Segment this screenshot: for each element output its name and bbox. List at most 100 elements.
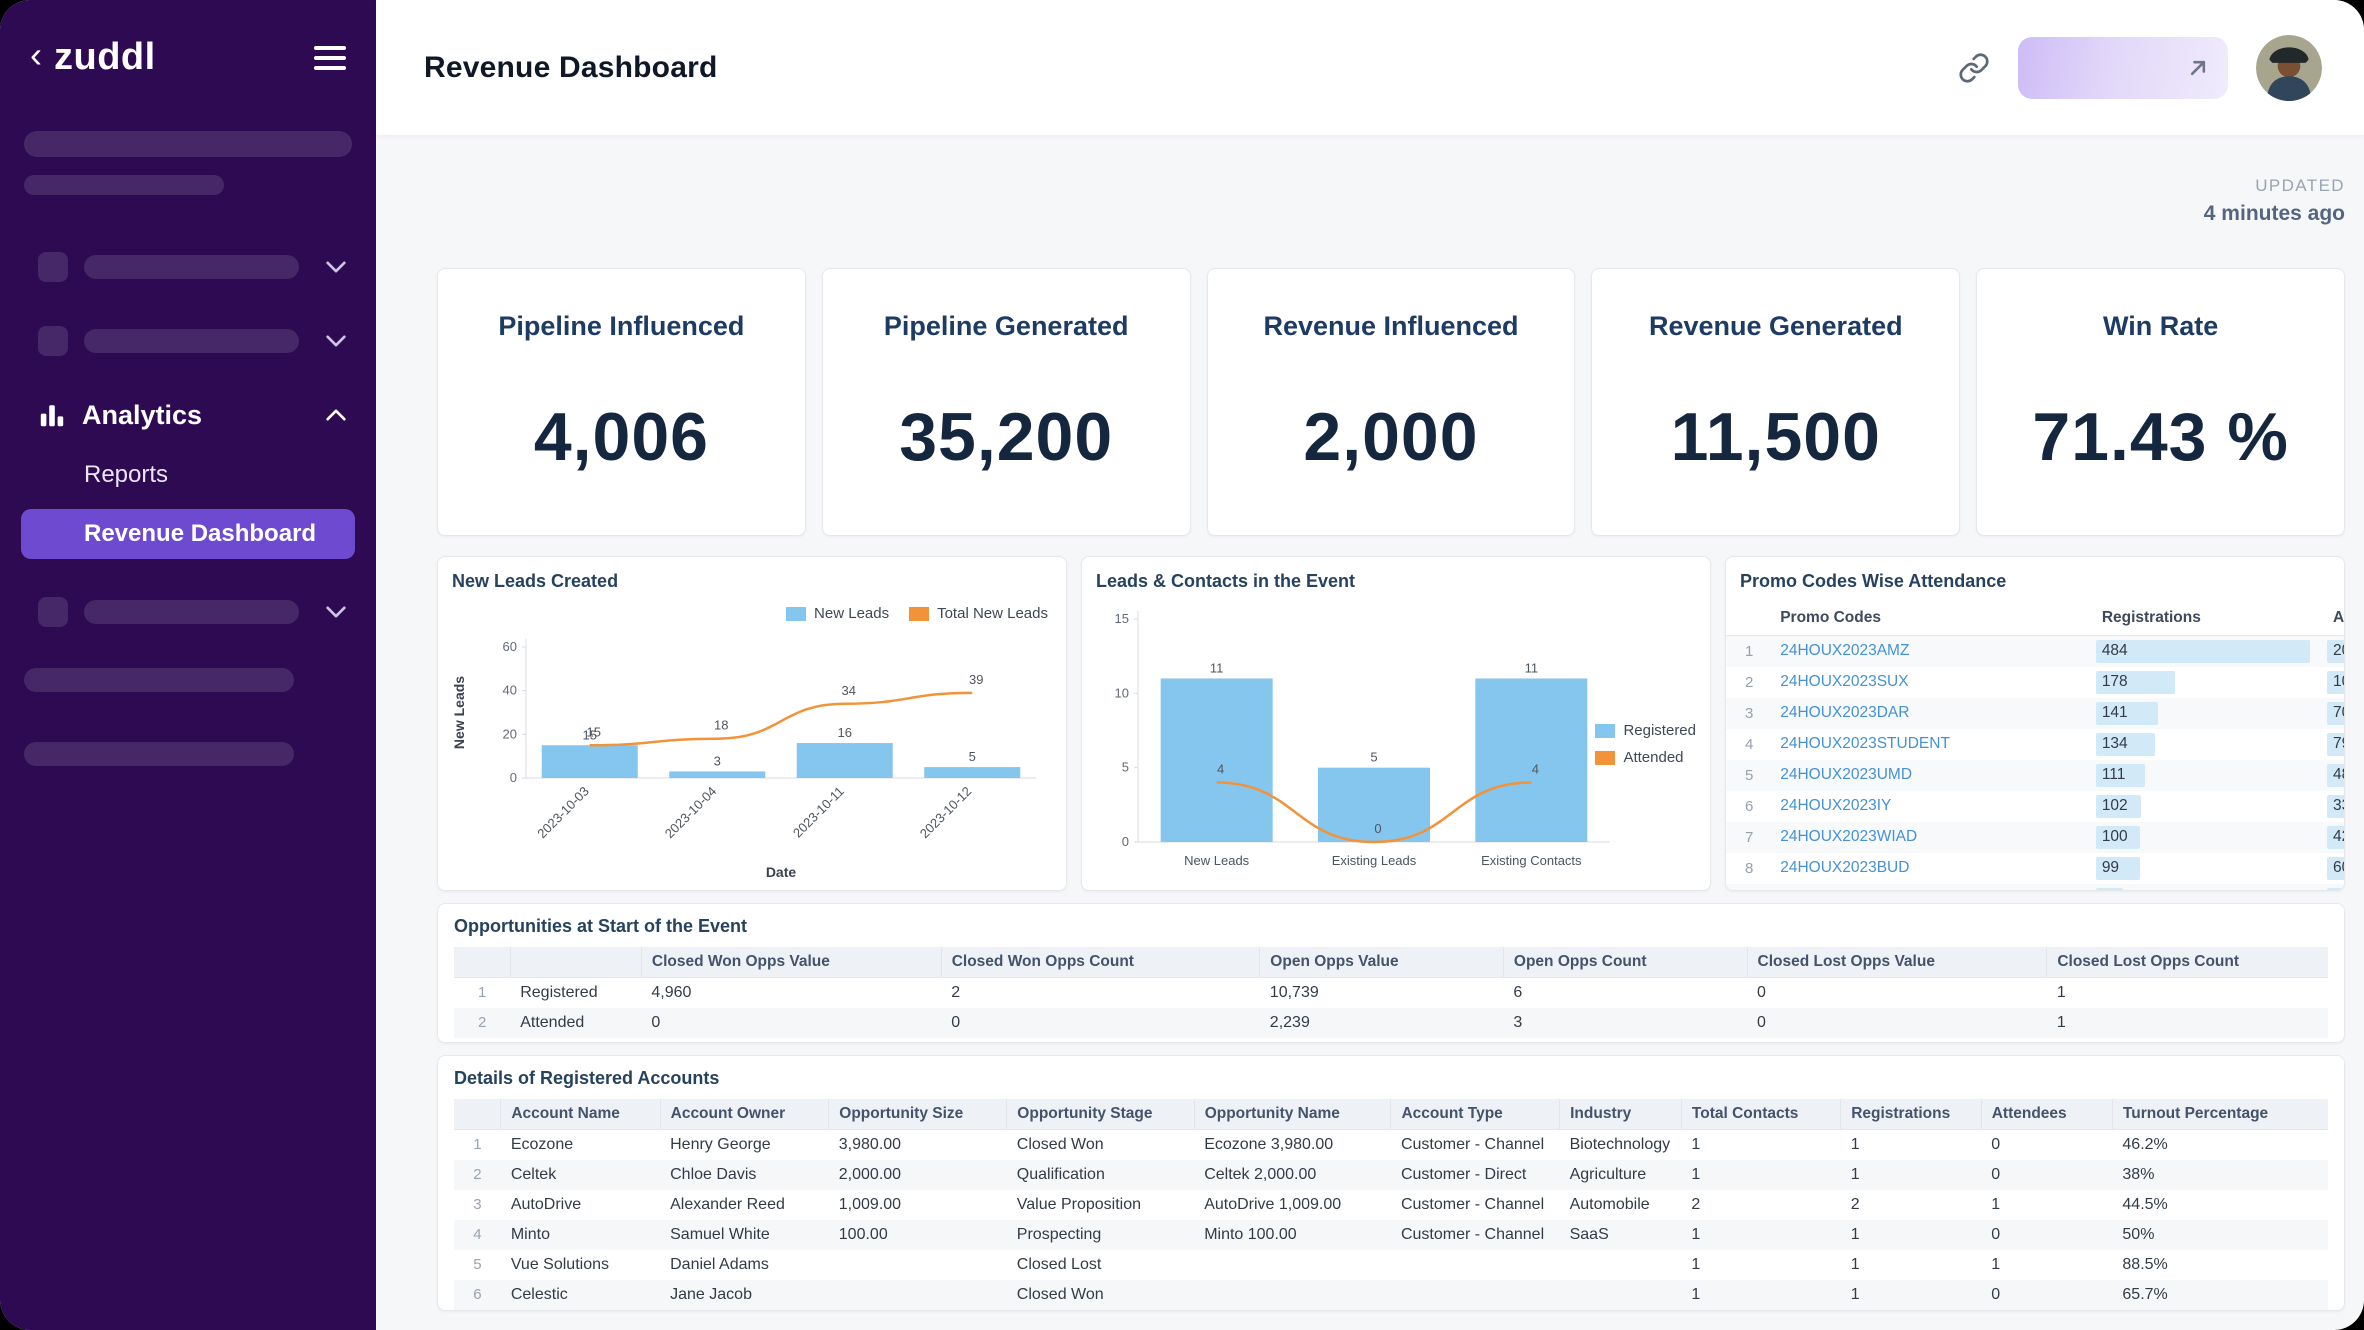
- column-header[interactable]: Account Type: [1391, 1099, 1560, 1130]
- avatar-photo: [2256, 35, 2322, 101]
- column-header[interactable]: Closed Lost Opps Value: [1747, 947, 2047, 978]
- sidebar-item-reports[interactable]: Reports: [0, 457, 376, 493]
- registrations-cell: 178: [2094, 667, 2325, 698]
- sidebar-item-revenue-dashboard[interactable]: Revenue Dashboard: [21, 509, 355, 559]
- copy-link-button[interactable]: [1958, 52, 1990, 84]
- promo-codes-panel: Promo Codes Wise Attendance Promo CodesR…: [1725, 556, 2345, 891]
- analytics-bars-icon: [38, 401, 66, 429]
- chevron-down-icon: [326, 261, 346, 273]
- column-header[interactable]: Turnout Percentage: [2112, 1099, 2328, 1130]
- sidebar-item-loading-2[interactable]: [0, 321, 376, 361]
- opportunities-table-mount: Closed Won Opps ValueClosed Won Opps Cou…: [454, 947, 2328, 1038]
- column-header[interactable]: Opportunity Stage: [1007, 1099, 1194, 1130]
- promo-code-link[interactable]: 24HOUX2023STUDENT: [1780, 735, 1950, 752]
- sidebar-item-analytics[interactable]: Analytics: [0, 393, 376, 437]
- promo-code-link[interactable]: 24HOUX2023DAR: [1780, 704, 1909, 721]
- metric-label: Revenue Influenced: [1208, 311, 1575, 342]
- last-updated: UPDATED 4 minutes ago: [437, 176, 2345, 226]
- column-header[interactable]: Attendees: [2325, 601, 2344, 636]
- table-row: 5Vue SolutionsDaniel AdamsClosed Lost111…: [454, 1250, 2328, 1280]
- sidebar-item-loading-1[interactable]: [0, 247, 376, 287]
- metric-card-pipeline-generated: Pipeline Generated35,200: [822, 268, 1191, 536]
- svg-text:39: 39: [969, 672, 983, 687]
- promo-row: 724HOUX2023WIAD10042: [1726, 822, 2344, 853]
- attendees-cell: 70: [2325, 698, 2344, 729]
- svg-text:10: 10: [1115, 685, 1129, 700]
- skeleton-icon: [38, 597, 68, 627]
- metrics-row: Pipeline Influenced 4,006Pipeline Generat…: [437, 268, 2345, 536]
- metric-value: 4,006: [438, 398, 805, 476]
- svg-text:4: 4: [1532, 762, 1539, 777]
- svg-text:5: 5: [1370, 750, 1377, 765]
- column-header[interactable]: Open Opps Count: [1503, 947, 1747, 978]
- promo-code-link[interactable]: 24HOUX2023AMZ: [1780, 642, 1909, 659]
- column-header[interactable]: Open Opps Value: [1260, 947, 1504, 978]
- promo-code-link[interactable]: 24HOUX2023BUD: [1780, 859, 1909, 876]
- link-icon: [1958, 52, 1990, 84]
- promo-row: 324HOUX2023DAR14170: [1726, 698, 2344, 729]
- column-header[interactable]: Opportunity Name: [1194, 1099, 1391, 1130]
- svg-text:11: 11: [1210, 660, 1224, 675]
- promo-header-row: Promo CodesRegistrationsAttendees: [1726, 601, 2344, 636]
- app-logo[interactable]: ‹ zuddl: [30, 36, 156, 79]
- menu-toggle-icon[interactable]: [314, 40, 346, 76]
- table-row: 4MintoSamuel White100.00ProspectingMinto…: [454, 1220, 2328, 1250]
- svg-text:15: 15: [1115, 611, 1129, 626]
- skeleton-label: [84, 600, 299, 624]
- attendees-cell: 79: [2325, 729, 2344, 760]
- metric-card-revenue-generated: Revenue Generated11,500: [1591, 268, 1960, 536]
- promo-code-link[interactable]: 24HOUX2023WIAD: [1780, 828, 1917, 845]
- bar: [1161, 678, 1273, 842]
- svg-text:2023-10-03: 2023-10-03: [534, 784, 592, 842]
- promo-row: 124HOUX2023AMZ484204: [1726, 636, 2344, 667]
- metric-label: Pipeline Influenced: [438, 311, 805, 342]
- dashboard-content: UPDATED 4 minutes ago Pipeline Influence…: [376, 136, 2364, 1330]
- column-header[interactable]: Opportunity Size: [829, 1099, 1007, 1130]
- back-chevron-icon[interactable]: ‹: [30, 37, 42, 73]
- data-table: Account NameAccount OwnerOpportunity Siz…: [454, 1099, 2328, 1310]
- svg-text:20: 20: [503, 726, 517, 741]
- attendees-cell: 42: [2325, 822, 2344, 853]
- sidebar-header: ‹ zuddl: [0, 0, 376, 79]
- details-panel: Details of Registered Accounts Account N…: [437, 1055, 2345, 1311]
- column-header[interactable]: Registrations: [1841, 1099, 1982, 1130]
- panel-title: New Leads Created: [438, 557, 1066, 592]
- svg-text:18: 18: [714, 718, 728, 733]
- metric-value: 2,000: [1208, 398, 1575, 476]
- sidebar-item-loading-3[interactable]: [0, 592, 376, 632]
- promo-row: 824HOUX2023BUD9960: [1726, 853, 2344, 884]
- column-header[interactable]: Closed Lost Opps Count: [2047, 947, 2328, 978]
- column-header[interactable]: Account Name: [501, 1099, 660, 1130]
- metric-card-revenue-influenced: Revenue Influenced 2,000: [1207, 268, 1576, 536]
- registrations-cell: 99: [2094, 853, 2325, 884]
- svg-text:11: 11: [1525, 660, 1539, 675]
- promo-table: Promo CodesRegistrationsAttendees 124HOU…: [1726, 601, 2344, 890]
- promo-table-wrap: Promo CodesRegistrationsAttendees 124HOU…: [1726, 601, 2344, 890]
- chevron-down-icon: [326, 335, 346, 347]
- new-leads-chart-panel: New Leads Created New LeadsTotal New Lea…: [437, 556, 1067, 891]
- column-header: [454, 947, 510, 978]
- promo-code-link[interactable]: 24HOUX2023UMD: [1780, 766, 1912, 783]
- column-header[interactable]: Registrations: [2094, 601, 2325, 636]
- column-header[interactable]: Industry: [1560, 1099, 1682, 1130]
- svg-text:New Leads: New Leads: [1184, 853, 1250, 868]
- promo-code-link[interactable]: 24HOUX2023IY: [1780, 797, 1891, 814]
- promo-row: 424HOUX2023STUDENT13479: [1726, 729, 2344, 760]
- column-header[interactable]: Attendees: [1981, 1099, 2112, 1130]
- column-header[interactable]: Total Contacts: [1681, 1099, 1840, 1130]
- metric-label: Revenue Generated: [1592, 311, 1959, 342]
- svg-text:34: 34: [842, 683, 856, 698]
- svg-text:5: 5: [969, 749, 976, 764]
- loading-action-button[interactable]: [2018, 37, 2228, 99]
- table-row: 3AutoDriveAlexander Reed1,009.00Value Pr…: [454, 1190, 2328, 1220]
- column-header[interactable]: Account Owner: [660, 1099, 829, 1130]
- skeleton-label: [84, 329, 299, 353]
- column-header: [454, 1099, 501, 1130]
- attendees-cell: 27: [2325, 884, 2344, 891]
- column-header[interactable]: Promo Codes: [1772, 601, 2094, 636]
- user-avatar[interactable]: [2256, 35, 2322, 101]
- sidebar: ‹ zuddl Analytics Reports Revenue Dashbo…: [0, 0, 376, 1330]
- promo-code-link[interactable]: 24HOUX2023SUX: [1780, 673, 1908, 690]
- column-header[interactable]: Closed Won Opps Value: [641, 947, 941, 978]
- column-header[interactable]: Closed Won Opps Count: [941, 947, 1260, 978]
